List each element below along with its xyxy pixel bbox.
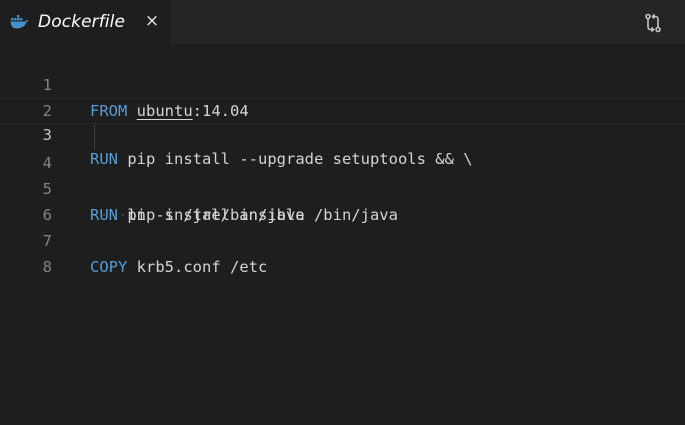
- code-line: 6: [0, 176, 685, 224]
- code-line: 4 ····pip install ansible: [0, 124, 685, 224]
- editor-window: Dockerfile × 1 FROM ubuntu:14.04 2 3 RUN…: [0, 0, 685, 425]
- source-control-compare-icon[interactable]: [642, 12, 664, 34]
- code-line-current: 3 RUN pip install --upgrade setuptools &…: [0, 98, 685, 168]
- line-number: 8: [42, 258, 52, 276]
- tab-dockerfile[interactable]: Dockerfile ×: [0, 0, 170, 44]
- indent-guide: [94, 124, 95, 150]
- tab-bar: Dockerfile ×: [0, 0, 685, 44]
- code-line: 7 COPY krb5.conf /etc: [0, 202, 685, 276]
- command-text: krb5.conf /etc: [136, 258, 268, 276]
- code-line: 8: [0, 228, 685, 276]
- docker-whale-icon: [10, 14, 30, 30]
- code-line: 1 FROM ubuntu:14.04: [0, 46, 685, 120]
- code-line: 5 RUN ln -s /jre/bin/java /bin/java: [0, 150, 685, 224]
- code-line: 2: [0, 72, 685, 120]
- tab-title: Dockerfile: [38, 12, 126, 32]
- close-icon[interactable]: ×: [142, 11, 162, 31]
- code-area[interactable]: 1 FROM ubuntu:14.04 2 3 RUN pip install …: [0, 44, 685, 425]
- keyword: COPY: [90, 258, 128, 276]
